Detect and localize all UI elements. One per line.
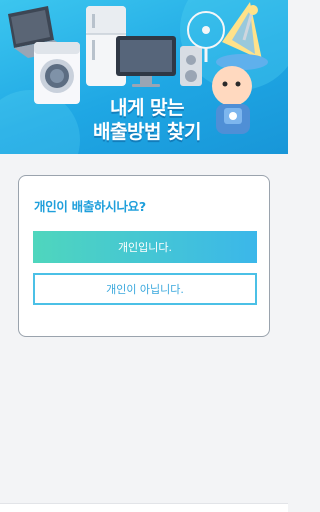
no-individual-button[interactable]: 개인이 아닙니다.: [33, 273, 257, 305]
banner-title-line1: 내게 맞는: [109, 97, 185, 119]
hero-banner: 내게 맞는 배출방법 찾기: [0, 0, 288, 154]
banner-title: 내게 맞는 배출방법 찾기: [72, 96, 222, 144]
bottom-divider: [0, 503, 288, 512]
washing-machine-icon: [34, 42, 80, 104]
speaker-icon: [180, 46, 202, 86]
question-text: 개인이 배출하시나요?: [34, 199, 146, 214]
yes-individual-button[interactable]: 개인입니다.: [33, 231, 257, 263]
banner-title-line2: 배출방법 찾기: [93, 121, 202, 143]
question-card: 개인이 배출하시나요? 개인입니다. 개인이 아닙니다.: [18, 175, 270, 337]
